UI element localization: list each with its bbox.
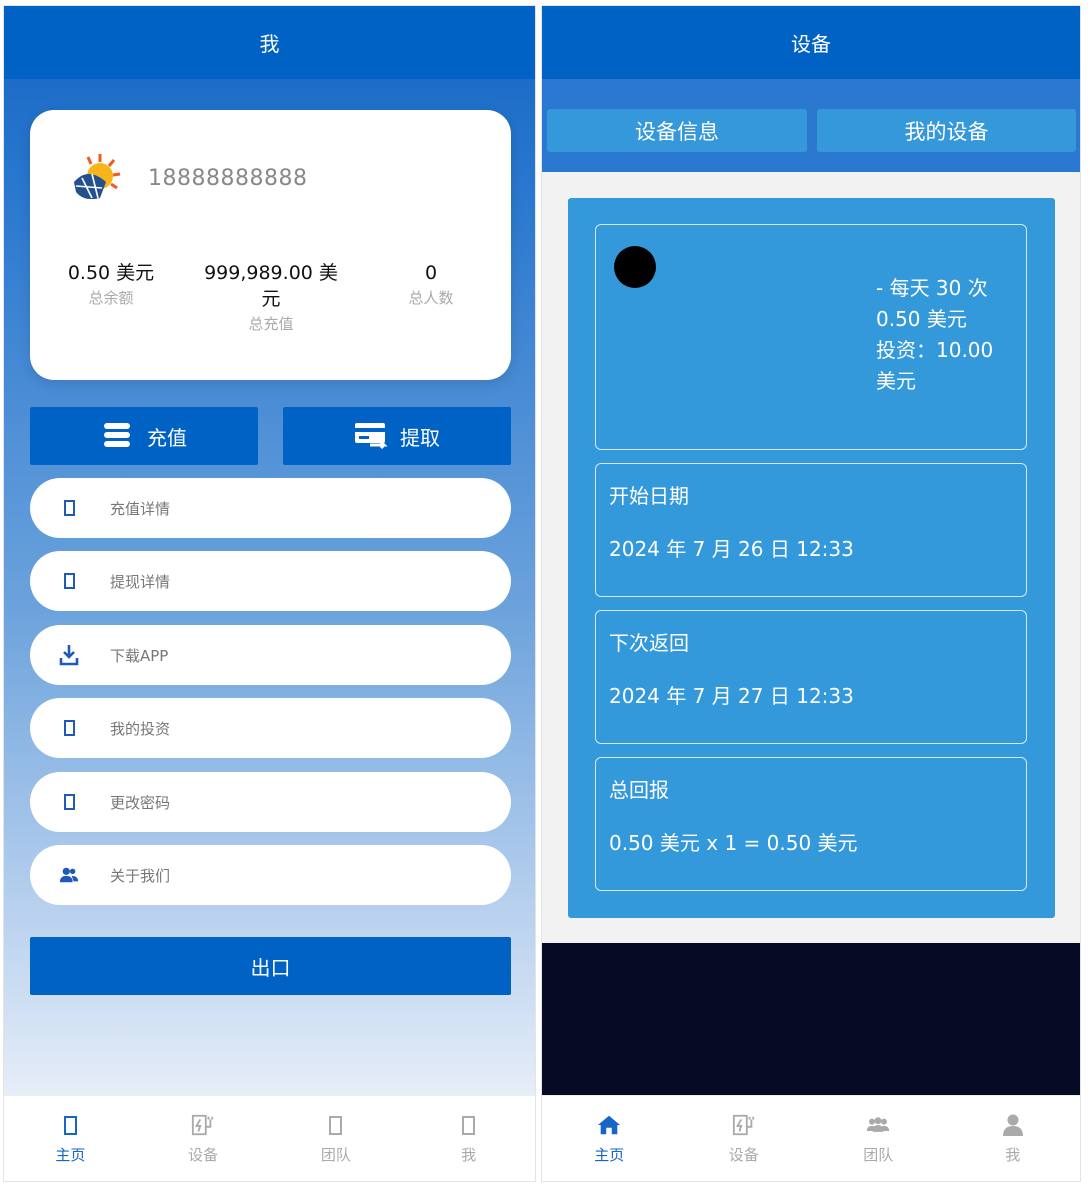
menu-label: 更改密码 bbox=[110, 793, 171, 812]
stat-value: 0.50 美元 bbox=[67, 262, 155, 284]
card-transfer-icon bbox=[355, 423, 388, 450]
tab-team[interactable]: 团队 bbox=[270, 1096, 403, 1181]
tab-label: 主页 bbox=[594, 1146, 625, 1164]
device-image bbox=[614, 246, 656, 288]
tab-home[interactable]: 主页 bbox=[4, 1096, 137, 1181]
tab-label: 团队 bbox=[863, 1146, 894, 1164]
bottom-tabbar: 主页 设备 团队 我 bbox=[542, 1095, 1080, 1181]
solar-logo-icon bbox=[70, 152, 122, 204]
menu-label: 我的投资 bbox=[110, 719, 171, 738]
charger-icon bbox=[191, 1112, 215, 1138]
menu-my-investment[interactable]: 我的投资 bbox=[30, 698, 511, 758]
total-return-box: 总回报 0.50 美元 x 1 = 0.50 美元 bbox=[595, 757, 1027, 891]
menu-change-password[interactable]: 更改密码 bbox=[30, 772, 511, 832]
logout-label: 出口 bbox=[250, 955, 291, 980]
menu-label: 下载APP bbox=[110, 646, 169, 665]
dark-footer-area bbox=[542, 943, 1080, 1097]
plan-info: - 每天 30 次 0.50 美元 投资：10.00 美元 bbox=[876, 273, 1016, 397]
plan-investment: 投资：10.00 美元 bbox=[876, 338, 994, 393]
stat-value: 999,989.00 美元 bbox=[204, 262, 338, 310]
page-title: 我 bbox=[259, 32, 280, 56]
tab-label: 团队 bbox=[320, 1146, 351, 1164]
menu-label: 充值详情 bbox=[110, 499, 171, 518]
plan-price: 0.50 美元 bbox=[876, 307, 967, 331]
stat-total-people: 0 总人数 bbox=[372, 260, 490, 310]
stat-total-recharge: 999,989.00 美元 总充值 bbox=[202, 260, 340, 336]
menu-withdraw-details[interactable]: 提现详情 bbox=[30, 551, 511, 611]
tab-device[interactable]: 设备 bbox=[677, 1096, 812, 1181]
plan-frequency: - 每天 30 次 bbox=[876, 276, 988, 300]
stat-label: 总充值 bbox=[248, 315, 294, 333]
stack-icon bbox=[104, 423, 130, 447]
next-return-title: 下次返回 bbox=[609, 631, 689, 655]
stat-value: 0 bbox=[424, 262, 438, 284]
device-panel: - 每天 30 次 0.50 美元 投资：10.00 美元 开始日期 2024 … bbox=[568, 198, 1055, 918]
menu-recharge-details[interactable]: 充值详情 bbox=[30, 478, 511, 538]
tab-device-info[interactable]: 设备信息 bbox=[547, 109, 807, 152]
box-icon bbox=[59, 791, 79, 813]
withdraw-button[interactable]: 提取 bbox=[283, 407, 511, 465]
box-icon bbox=[59, 570, 79, 592]
page-title: 设备 bbox=[791, 32, 831, 56]
menu-label: 提现详情 bbox=[110, 572, 171, 591]
tab-label: 设备 bbox=[728, 1146, 759, 1164]
charger-icon bbox=[732, 1112, 756, 1138]
tab-label: 主页 bbox=[55, 1146, 86, 1164]
tab-label: 设备信息 bbox=[635, 119, 719, 144]
tab-label: 设备 bbox=[188, 1146, 219, 1164]
profile-card: 18888888888 0.50 美元 总余额 999,989.00 美元 总充… bbox=[30, 110, 511, 380]
box-icon bbox=[58, 1112, 82, 1138]
tab-home[interactable]: 主页 bbox=[542, 1096, 677, 1181]
start-date-value: 2024 年 7 月 26 日 12:33 bbox=[609, 537, 854, 561]
users-icon bbox=[59, 864, 79, 886]
tab-device[interactable]: 设备 bbox=[137, 1096, 270, 1181]
total-return-title: 总回报 bbox=[609, 778, 669, 802]
download-icon bbox=[59, 644, 79, 666]
menu-download-app[interactable]: 下载APP bbox=[30, 625, 511, 685]
menu-label: 关于我们 bbox=[110, 866, 171, 885]
stat-label: 总余额 bbox=[88, 289, 134, 307]
total-return-value: 0.50 美元 x 1 = 0.50 美元 bbox=[609, 831, 858, 855]
home-icon bbox=[597, 1112, 621, 1138]
user-phone: 18888888888 bbox=[148, 166, 308, 191]
logout-button[interactable]: 出口 bbox=[30, 937, 511, 995]
page-title-bar: 设备 bbox=[542, 6, 1080, 79]
box-icon bbox=[457, 1112, 481, 1138]
tab-me[interactable]: 我 bbox=[402, 1096, 535, 1181]
tab-me[interactable]: 我 bbox=[946, 1096, 1081, 1181]
tab-label: 我 bbox=[461, 1146, 477, 1164]
segment-tabs: 设备信息 我的设备 bbox=[542, 79, 1080, 172]
stat-balance: 0.50 美元 总余额 bbox=[52, 260, 170, 310]
box-icon bbox=[59, 717, 79, 739]
withdraw-label: 提取 bbox=[400, 425, 440, 450]
recharge-label: 充值 bbox=[147, 425, 187, 450]
bottom-tabbar: 主页 设备 团队 我 bbox=[4, 1095, 535, 1181]
menu-about-us[interactable]: 关于我们 bbox=[30, 845, 511, 905]
tab-team[interactable]: 团队 bbox=[811, 1096, 946, 1181]
box-icon bbox=[324, 1112, 348, 1138]
device-screen: 设备 设备信息 我的设备 - 每天 30 次 0.50 美元 投资：10.00 … bbox=[541, 5, 1081, 1182]
group-icon bbox=[866, 1112, 890, 1138]
recharge-button[interactable]: 充值 bbox=[30, 407, 258, 465]
next-return-value: 2024 年 7 月 27 日 12:33 bbox=[609, 684, 854, 708]
stat-label: 总人数 bbox=[408, 289, 454, 307]
box-icon bbox=[59, 497, 79, 519]
page-title-bar: 我 bbox=[4, 6, 535, 79]
start-date-box: 开始日期 2024 年 7 月 26 日 12:33 bbox=[595, 463, 1027, 597]
next-return-box: 下次返回 2024 年 7 月 27 日 12:33 bbox=[595, 610, 1027, 744]
tab-label: 我的设备 bbox=[904, 119, 989, 144]
user-icon bbox=[1001, 1112, 1025, 1138]
tab-label: 我 bbox=[1005, 1146, 1021, 1164]
start-date-title: 开始日期 bbox=[609, 484, 689, 508]
tab-my-devices[interactable]: 我的设备 bbox=[817, 109, 1076, 152]
device-card[interactable]: - 每天 30 次 0.50 美元 投资：10.00 美元 bbox=[595, 224, 1027, 450]
profile-screen: 我 18888888888 0.50 美元 总余额 999,989.00 美元 … bbox=[3, 5, 536, 1182]
